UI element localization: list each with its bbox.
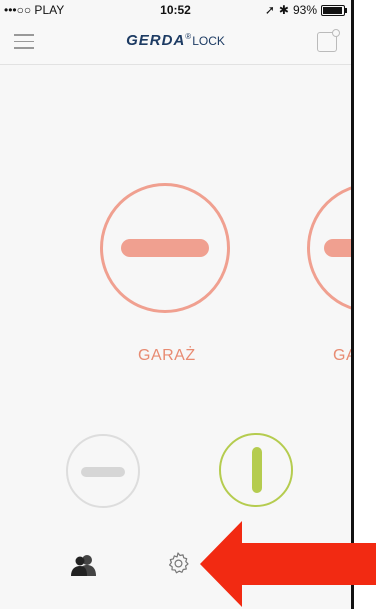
lock-second-button[interactable]	[307, 183, 351, 313]
logo-suffix: LOCK	[192, 34, 225, 48]
location-icon: ➚	[264, 3, 275, 17]
lock-garage-button[interactable]	[100, 183, 230, 313]
share-icon[interactable]	[317, 29, 340, 52]
status-bar: •••○○ PLAY 10:52 ➚ ✱ 93%	[0, 0, 351, 20]
lock-closed-bar-icon	[324, 239, 351, 257]
users-icon[interactable]	[70, 553, 98, 577]
app-logo: GERDA®LOCK	[126, 32, 225, 49]
lock-bar-icon	[81, 467, 125, 477]
annotation-arrow-icon	[200, 521, 376, 607]
nav-bar: GERDA®LOCK	[0, 20, 351, 65]
gear-icon[interactable]	[166, 551, 190, 575]
unlock-bar-icon	[252, 447, 262, 493]
lock-closed-bar-icon	[121, 239, 209, 257]
battery-icon	[321, 4, 347, 16]
logo-brand: GERDA	[126, 32, 186, 49]
unlock-button[interactable]	[219, 433, 293, 507]
bluetooth-icon: ✱	[278, 3, 289, 17]
phone-screen: •••○○ PLAY 10:52 ➚ ✱ 93% GERDA®LOCK GARA…	[0, 0, 354, 609]
battery-percent: 93%	[292, 3, 317, 17]
status-right: ➚ ✱ 93%	[264, 3, 347, 17]
lock-garage-label: GARAŻ	[138, 347, 196, 364]
lock-second-label: GA	[333, 347, 351, 364]
lock-button[interactable]	[66, 434, 140, 508]
